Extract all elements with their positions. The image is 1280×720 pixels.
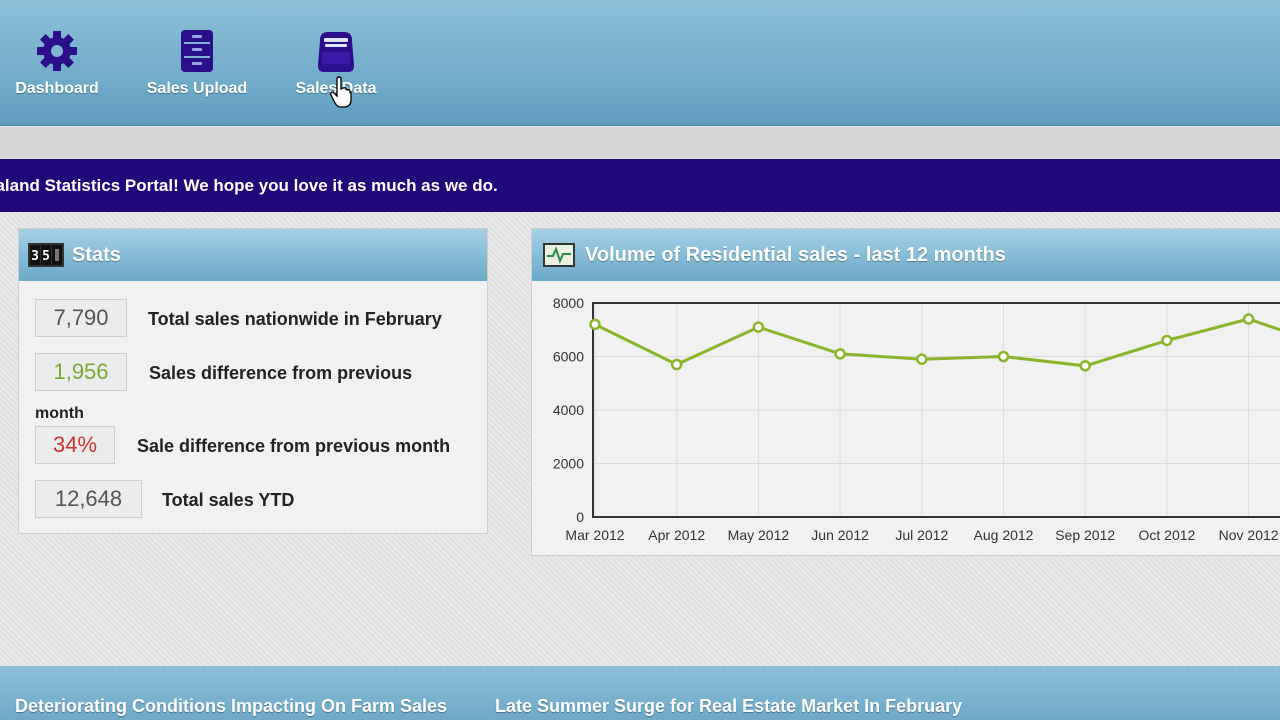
nav-sales-upload[interactable]: Sales Upload [142, 28, 252, 108]
mouse-pointer-icon [330, 76, 352, 108]
chart-title: Volume of Residential sales - last 12 mo… [585, 243, 1006, 266]
y-tick-label: 6000 [553, 349, 584, 365]
data-point[interactable] [834, 348, 846, 360]
stats-title: Stats [72, 243, 121, 266]
data-point[interactable] [916, 353, 928, 365]
stats-panel: 3 5 Stats 7,790 Total sales nationwide i… [18, 228, 488, 534]
file-cabinet-icon [181, 30, 213, 72]
chart-panel-header: Volume of Residential sales - last 12 mo… [532, 229, 1280, 281]
svg-text:3: 3 [31, 249, 39, 264]
counter-icon: 3 5 [28, 243, 64, 267]
sales-volume-chart: 0 2000 4000 6000 8000 Mar 2012 Apr 2012 May 20… [553, 295, 1280, 543]
nav-dashboard[interactable]: Dashboard [11, 28, 103, 108]
stats-panel-header: 3 5 Stats [19, 229, 487, 281]
inbox-tray-icon [318, 32, 354, 72]
gear-icon [37, 31, 77, 71]
heartbeat-monitor-icon [543, 243, 575, 267]
svg-text:5: 5 [42, 249, 50, 264]
data-point[interactable] [670, 358, 683, 371]
y-tick-label: 8000 [553, 295, 584, 311]
x-tick-label: Mar 2012 [565, 527, 624, 543]
news-link-summer-surge[interactable]: Late Summer Surge for Real Estate Market… [495, 696, 962, 717]
chart-panel: Volume of Residential sales - last 12 mo… [531, 228, 1280, 556]
stat-label-sales-difference-cont: month [35, 405, 84, 422]
welcome-banner-text: ealand Statistics Portal! We hope you lo… [0, 176, 498, 195]
x-tick-label: Jun 2012 [811, 527, 869, 543]
x-tick-label: Nov 2012 [1219, 527, 1279, 543]
welcome-banner: ealand Statistics Portal! We hope you lo… [0, 159, 1280, 212]
x-tick-label: May 2012 [728, 527, 790, 543]
top-navigation: Dashboard Sales Upload Sales Data [0, 0, 1280, 126]
y-tick-label: 2000 [553, 456, 584, 472]
spacer-band [0, 127, 1280, 159]
stat-value-total-sales: 7,790 [35, 299, 127, 337]
stat-label-sales-difference: Sales difference from previous [149, 363, 413, 383]
stat-label-total-ytd: Total sales YTD [162, 490, 295, 510]
data-point[interactable] [752, 321, 765, 333]
stat-value-total-ytd: 12,648 [35, 480, 142, 518]
nav-dashboard-label: Dashboard [15, 80, 99, 97]
data-point[interactable] [997, 350, 1010, 363]
y-tick-label: 0 [576, 509, 584, 525]
x-tick-label: Sep 2012 [1055, 527, 1115, 543]
data-point[interactable] [589, 318, 601, 331]
x-tick-label: Apr 2012 [648, 527, 705, 543]
news-link-farm-sales[interactable]: Deteriorating Conditions Impacting On Fa… [15, 696, 447, 717]
nav-sales-upload-label: Sales Upload [146, 80, 248, 97]
stat-label-total-sales: Total sales nationwide in February [148, 309, 442, 329]
x-tick-label: Jul 2012 [895, 527, 948, 543]
data-point[interactable] [1079, 360, 1091, 372]
y-tick-label: 4000 [553, 402, 584, 418]
series-line [594, 317, 1280, 368]
data-point[interactable] [1242, 313, 1255, 325]
stat-value-sales-difference: 1,956 [35, 353, 127, 391]
stat-label-percent-difference: Sale difference from previous month [137, 436, 451, 456]
x-tick-label: Aug 2012 [974, 527, 1034, 543]
data-point[interactable] [1161, 334, 1173, 347]
x-tick-label: Oct 2012 [1138, 527, 1195, 543]
stat-value-percent-difference: 34% [35, 426, 115, 464]
